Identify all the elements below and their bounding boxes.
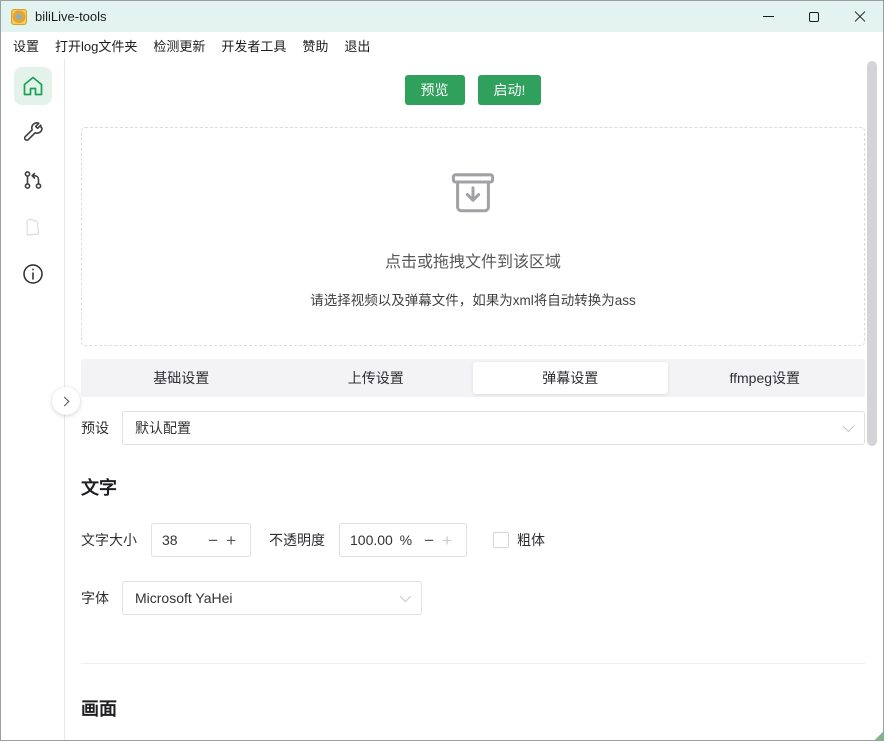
tab-upload-settings[interactable]: 上传设置 xyxy=(279,362,474,394)
menubar: 设置 打开log文件夹 检测更新 开发者工具 赞助 退出 xyxy=(1,32,883,59)
text-fields-row: 文字大小 38 − + 不透明度 100.00 % − + 粗体 xyxy=(81,523,865,557)
plus-stepper-icon[interactable]: + xyxy=(222,532,240,549)
minus-stepper-icon[interactable]: − xyxy=(204,532,222,549)
font-family-label: 字体 xyxy=(81,588,109,608)
main-content: 预览 启动! 点击或拖拽文件到该区域 请选择视频以及弹幕文件，如果为xml将自动… xyxy=(66,59,883,740)
maximize-icon xyxy=(809,12,819,22)
resize-grip-icon[interactable] xyxy=(874,731,883,740)
clip-icon xyxy=(20,214,46,240)
bold-checkbox-label: 粗体 xyxy=(517,530,545,550)
menu-item-exit[interactable]: 退出 xyxy=(336,33,378,58)
wrench-icon xyxy=(21,121,45,145)
menu-item-check-update[interactable]: 检测更新 xyxy=(145,33,213,58)
actions-row: 预览 启动! xyxy=(81,75,865,105)
app-window: biliLive-tools 设置 打开log文件夹 检测更新 开发者工具 赞助… xyxy=(0,0,884,741)
menu-item-devtools[interactable]: 开发者工具 xyxy=(213,33,294,58)
window-controls xyxy=(745,1,883,32)
tab-basic-settings[interactable]: 基础设置 xyxy=(84,362,279,394)
font-row: 字体 Microsoft YaHei xyxy=(81,581,865,615)
menu-item-sponsor[interactable]: 赞助 xyxy=(294,33,336,58)
chevron-down-icon xyxy=(400,591,411,602)
tab-danmu-settings[interactable]: 弹幕设置 xyxy=(473,362,668,394)
tab-ffmpeg-settings[interactable]: ffmpeg设置 xyxy=(668,362,863,394)
section-divider xyxy=(81,663,865,664)
preset-select-value: 默认配置 xyxy=(135,418,191,438)
sidebar-collapse-toggle[interactable] xyxy=(52,387,80,415)
font-size-value: 38 xyxy=(162,532,204,548)
dropzone-hint: 请选择视频以及弹幕文件，如果为xml将自动转换为ass xyxy=(310,289,636,309)
preset-label: 预设 xyxy=(81,418,109,438)
preset-row: 预设 默认配置 xyxy=(81,411,865,445)
home-icon xyxy=(21,74,45,98)
font-size-label: 文字大小 xyxy=(81,530,137,550)
plus-stepper-icon[interactable]: + xyxy=(438,532,456,549)
info-icon xyxy=(21,262,45,286)
minimize-icon xyxy=(763,16,774,17)
preview-button[interactable]: 预览 xyxy=(405,75,465,105)
git-pull-request-icon xyxy=(21,168,45,192)
section-heading-text: 文字 xyxy=(81,474,865,500)
section-heading-screen: 画面 xyxy=(81,695,865,721)
opacity-label: 不透明度 xyxy=(269,530,325,550)
preset-select[interactable]: 默认配置 xyxy=(122,411,865,445)
opacity-unit: % xyxy=(400,532,412,548)
close-icon xyxy=(854,11,866,23)
opacity-value: 100.00 xyxy=(350,532,400,548)
window-title: biliLive-tools xyxy=(35,9,107,24)
sidebar-item-tools[interactable] xyxy=(14,114,52,152)
vertical-scrollbar[interactable] xyxy=(867,61,877,446)
minus-stepper-icon[interactable]: − xyxy=(420,532,438,549)
dropzone-title: 点击或拖拽文件到该区域 xyxy=(385,248,561,272)
sidebar-item-about[interactable] xyxy=(14,255,52,293)
font-size-input[interactable]: 38 − + xyxy=(151,523,251,557)
opacity-input[interactable]: 100.00 % − + xyxy=(339,523,467,557)
start-button[interactable]: 启动! xyxy=(478,75,542,105)
file-dropzone[interactable]: 点击或拖拽文件到该区域 请选择视频以及弹幕文件，如果为xml将自动转换为ass xyxy=(81,127,865,346)
sidebar-item-home[interactable] xyxy=(14,67,52,105)
maximize-button[interactable] xyxy=(791,1,837,32)
close-button[interactable] xyxy=(837,1,883,32)
app-icon xyxy=(11,9,27,25)
settings-tabs: 基础设置 上传设置 弹幕设置 ffmpeg设置 xyxy=(81,359,865,397)
chevron-down-icon xyxy=(843,421,854,432)
bold-checkbox[interactable] xyxy=(493,532,509,548)
font-family-value: Microsoft YaHei xyxy=(135,590,233,606)
sidebar-item-pipeline[interactable] xyxy=(14,161,52,199)
menu-item-settings[interactable]: 设置 xyxy=(5,33,47,58)
menu-item-open-log-folder[interactable]: 打开log文件夹 xyxy=(47,33,145,58)
chevron-right-icon xyxy=(60,396,70,406)
sidebar-item-clip[interactable] xyxy=(14,208,52,246)
titlebar: biliLive-tools xyxy=(1,1,883,32)
font-family-select[interactable]: Microsoft YaHei xyxy=(122,581,422,615)
inbox-download-icon xyxy=(445,165,501,226)
minimize-button[interactable] xyxy=(745,1,791,32)
